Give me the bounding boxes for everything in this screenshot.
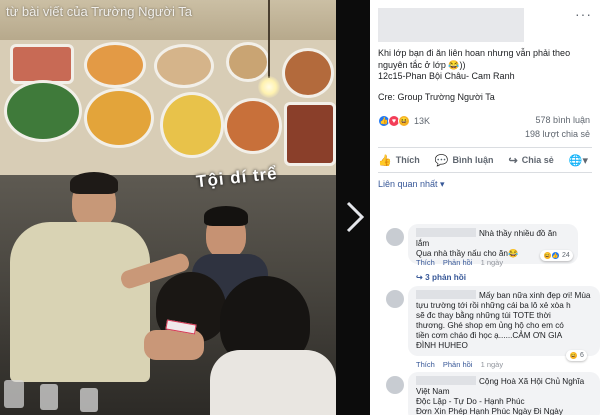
view-replies-link[interactable]: ↪ 3 phản hồi (416, 272, 466, 282)
comment-text: Đơn Xin Phép Hạnh Phúc Ngày Đi Ngày (416, 407, 563, 415)
comment-text: tiền cơm cháo đi học ạ......CẢM ƠN GIA (416, 331, 563, 340)
comment-text: tựu trường tới rồi những cái ba lô xẻ xò… (416, 301, 571, 310)
teacher-shirt (10, 222, 150, 382)
food-picture (154, 44, 214, 88)
commenter-name-redacted[interactable] (416, 376, 476, 385)
food-menu-board (0, 42, 336, 170)
teacher-hair (70, 172, 118, 194)
photo-watermark: từ bài viết của Trường Người Ta (6, 4, 192, 19)
comment-reaction-count: 6 (580, 352, 584, 359)
comment-text: Mấy ban nữa xinh đẹp ơi! Mùa (479, 291, 591, 300)
share-label: Chia sẻ (521, 155, 554, 165)
avatar[interactable] (386, 290, 404, 308)
comment-label: Bình luận (452, 155, 494, 165)
comment-button[interactable]: 💬 Bình luận (435, 154, 494, 167)
food-picture (284, 102, 336, 166)
comment-reply-link[interactable]: Phản hồi (443, 258, 473, 267)
action-bar: 👍 Thích 💬 Bình luận ↪ Chia sẻ 🌐▾ (378, 147, 592, 173)
haha-icon: 😆 (569, 351, 578, 360)
food-picture (4, 80, 82, 142)
comment-count[interactable]: 578 bình luận (535, 115, 590, 125)
student-hand (144, 330, 204, 360)
comment-bubble: Cộng Hoà Xã Hội Chủ Nghĩa Việt Nam Độc L… (408, 372, 600, 415)
food-picture (84, 88, 154, 148)
reaction-count: 13K (414, 116, 431, 126)
comment-reactions[interactable]: 😆 👍 24 (540, 250, 573, 261)
comment-meta: Thích Phản hồi 1 ngày (416, 258, 509, 267)
caption-line: 12c15-Phan Bội Châu- Cam Ranh (378, 71, 515, 81)
caption-line: Khi lớp bạn đi ăn liên hoan nhưng vẫn ph… (378, 48, 571, 58)
comment-filter[interactable]: Liên quan nhất ▾ (370, 173, 600, 190)
comment-item: Mấy ban nữa xinh đẹp ơi! Mùa tựu trường … (386, 286, 600, 372)
avatar[interactable] (386, 376, 404, 394)
lamp-cord (268, 0, 270, 78)
haha-icon: 😆 (398, 115, 410, 127)
more-options-icon[interactable]: ··· (575, 6, 592, 22)
food-picture (224, 98, 282, 154)
post-side-panel: ··· Khi lớp bạn đi ăn liên hoan nhưng vẫ… (370, 0, 600, 415)
food-picture (226, 42, 270, 82)
commenter-name-redacted[interactable] (416, 290, 476, 299)
food-picture (282, 48, 334, 98)
like-label: Thích (395, 155, 420, 165)
caption-credit: Cre: Group Trường Người Ta (378, 91, 495, 102)
glass-cup (40, 384, 58, 410)
photo-theater: từ bài viết của Trường Người Ta Tội dí t… (0, 0, 600, 415)
chevron-right-icon[interactable] (344, 200, 366, 234)
post-caption: Khi lớp bạn đi ăn liên hoan nhưng vẫn ph… (370, 48, 600, 103)
comment-bubble: Mấy ban nữa xinh đẹp ơi! Mùa tựu trường … (408, 286, 600, 356)
comment-text: Qua nhà thầy nấu cho ăn😂 (416, 249, 519, 258)
comment-text: thương. Ghé shop em ủng hộ cho em có (416, 321, 564, 330)
comment-text: Cộng Hoà Xã Hội Chủ Nghĩa (479, 377, 585, 386)
comment-item: Nhà thầy nhiều đồ ăn lắm Qua nhà thầy nấ… (386, 224, 600, 284)
post-header: ··· (370, 0, 600, 48)
comment-like-link[interactable]: Thích (416, 360, 435, 369)
share-arrow-icon: ↪ (508, 154, 518, 167)
comment-reply-link[interactable]: Phản hồi (443, 360, 473, 369)
comment-item: Cộng Hoà Xã Hội Chủ Nghĩa Việt Nam Độc L… (386, 372, 600, 415)
post-stats: 👍 ♥ 😆 13K 578 bình luận 198 lượt chia sẻ (370, 109, 600, 147)
avatar[interactable] (386, 228, 404, 246)
comment-text: Độc Lập - Tự Do - Hạnh Phúc (416, 397, 525, 406)
audience-menu[interactable]: 🌐▾ (569, 154, 592, 167)
comment-text: Việt Nam (416, 387, 450, 396)
food-picture (10, 44, 74, 84)
student-shirt (210, 350, 336, 415)
globe-dropdown-icon: 🌐▾ (568, 154, 588, 167)
comment-like-link[interactable]: Thích (416, 258, 435, 267)
comment-meta: Thích Phản hồi 1 ngày (416, 360, 509, 369)
commenter-name-redacted[interactable] (416, 228, 476, 237)
author-redacted (378, 8, 524, 42)
thumbs-up-icon: 👍 (378, 154, 392, 167)
like-button[interactable]: 👍 Thích (378, 154, 420, 167)
reaction-summary[interactable]: 👍 ♥ 😆 13K (378, 115, 430, 127)
comment-timestamp[interactable]: 1 ngày (481, 360, 504, 369)
share-button[interactable]: ↪ Chia sẻ (509, 154, 554, 167)
photo-viewer[interactable]: từ bài viết của Trường Người Ta Tội dí t… (0, 0, 370, 415)
like-icon: 👍 (551, 251, 560, 260)
food-picture (160, 92, 224, 158)
student-hair (204, 206, 248, 226)
comment-reaction-count: 24 (562, 252, 570, 259)
ceiling-lamp (258, 76, 280, 98)
comment-text: sẽ đc thay bằng những túi TOTE thời (416, 311, 551, 320)
glass-cup (4, 380, 24, 408)
comment-text: ĐÌNH HUHEO (416, 341, 468, 350)
glass-cup (80, 388, 98, 412)
share-count[interactable]: 198 lượt chia sẻ (525, 129, 590, 139)
caption-line: nguyên tắc ở lớp 😂)) (378, 59, 466, 70)
speech-bubble-icon: 💬 (434, 154, 449, 167)
comment-reactions[interactable]: 😆 6 (566, 350, 587, 361)
food-picture (84, 42, 146, 88)
comment-timestamp[interactable]: 1 ngày (481, 258, 504, 267)
post-photo: từ bài viết của Trường Người Ta Tội dí t… (0, 0, 336, 415)
